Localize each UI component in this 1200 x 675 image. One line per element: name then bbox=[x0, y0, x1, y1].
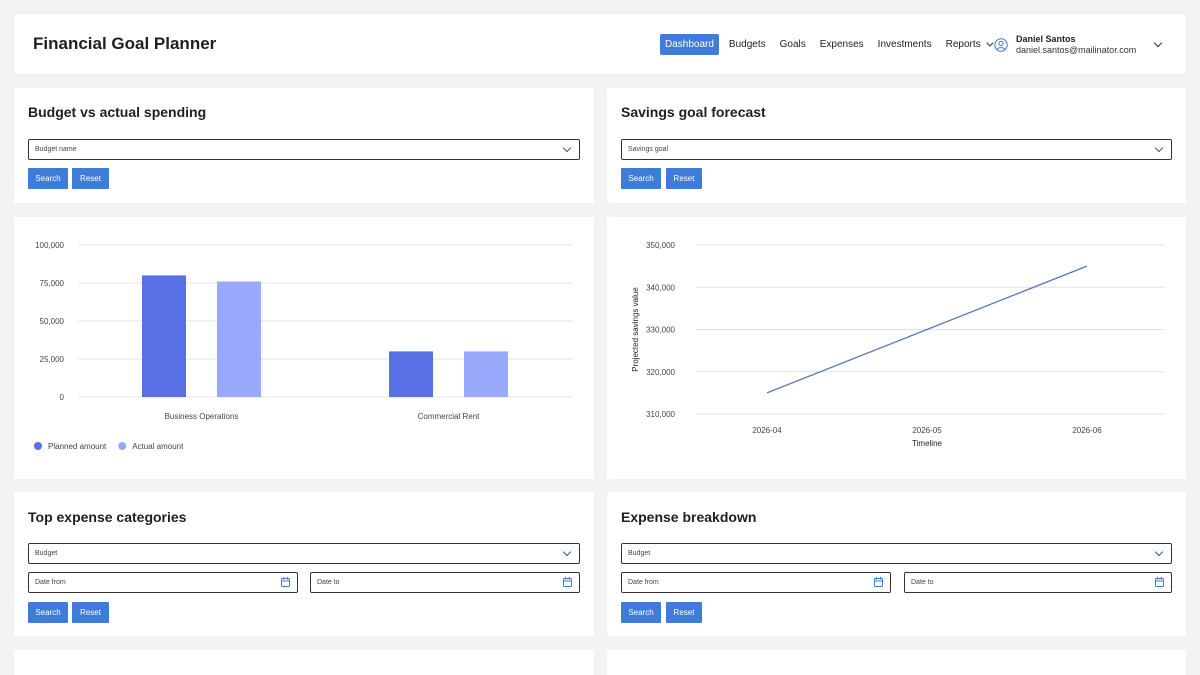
legend-planned-label: Planned amount bbox=[48, 442, 107, 451]
x-tick-label: 2026-06 bbox=[1072, 426, 1102, 435]
y-tick-label: 75,000 bbox=[40, 279, 65, 288]
date-from-placeholder: Date from bbox=[628, 579, 659, 586]
top-expense-date-from[interactable]: Date from bbox=[28, 572, 298, 593]
breakdown-budget-select[interactable]: Budget bbox=[621, 543, 1172, 564]
bar-actual bbox=[217, 281, 261, 397]
x-axis-label: Timeline bbox=[912, 439, 942, 448]
savings-forecast-line-chart: 310,000 320,000 330,000 340,000 350,000 2026-… bbox=[631, 241, 1165, 448]
main-nav: Dashboard Budgets Goals Expenses Investm… bbox=[660, 34, 998, 55]
calendar-icon[interactable] bbox=[874, 577, 883, 587]
user-menu-chevron-icon[interactable] bbox=[1153, 38, 1163, 48]
breakdown-date-from[interactable]: Date from bbox=[621, 572, 891, 593]
calendar-icon[interactable] bbox=[563, 577, 572, 587]
y-tick-label: 0 bbox=[60, 393, 65, 402]
expense-breakdown-panel: Expense breakdown Budget Date from Date … bbox=[607, 492, 1186, 636]
top-expense-date-to[interactable]: Date to bbox=[310, 572, 580, 593]
user-name: Daniel Santos bbox=[1016, 34, 1076, 44]
date-from-placeholder: Date from bbox=[35, 579, 66, 586]
savings-chart-panel: 310,000 320,000 330,000 340,000 350,000 2026-… bbox=[607, 217, 1186, 479]
chevron-down-icon bbox=[562, 143, 572, 153]
bar-planned bbox=[389, 351, 433, 397]
top-expense-title: Top expense categories bbox=[28, 509, 187, 525]
lower-panel-left bbox=[14, 650, 594, 675]
user-menu[interactable]: Daniel Santos daniel.santos@mailinator.c… bbox=[994, 34, 1136, 56]
calendar-icon[interactable] bbox=[1155, 577, 1164, 587]
top-expense-budget-placeholder: Budget bbox=[35, 550, 58, 557]
budget-chart-panel: 0 25,000 50,000 75,000 100,000 Business Opera… bbox=[14, 217, 594, 479]
y-tick-label: 50,000 bbox=[40, 317, 65, 326]
nav-investments[interactable]: Investments bbox=[871, 34, 939, 55]
breakdown-reset-button[interactable]: Reset bbox=[666, 602, 702, 623]
top-expense-reset-button[interactable]: Reset bbox=[72, 602, 109, 623]
chevron-down-icon bbox=[1154, 143, 1164, 153]
y-axis-label: Projected savings value bbox=[631, 287, 640, 372]
y-tick-label: 310,000 bbox=[646, 410, 675, 419]
nav-reports-label: Reports bbox=[945, 39, 981, 50]
savings-goal-select[interactable]: Savings goal bbox=[621, 139, 1172, 160]
top-expense-panel: Top expense categories Budget Date from … bbox=[14, 492, 594, 636]
breakdown-search-button[interactable]: Search bbox=[621, 602, 661, 623]
x-tick-label: Business Operations bbox=[165, 412, 239, 421]
top-header: Financial Goal Planner Dashboard Budgets… bbox=[14, 14, 1186, 74]
legend-planned-swatch bbox=[34, 442, 42, 450]
budget-reset-button[interactable]: Reset bbox=[72, 168, 109, 189]
savings-search-button[interactable]: Search bbox=[621, 168, 661, 189]
legend-actual-swatch bbox=[118, 442, 127, 450]
budget-name-select[interactable]: Budget name bbox=[28, 139, 580, 160]
chevron-down-icon bbox=[985, 39, 994, 47]
lower-panel-right bbox=[607, 650, 1186, 675]
savings-reset-button[interactable]: Reset bbox=[666, 168, 702, 189]
legend-actual-label: Actual amount bbox=[132, 442, 184, 451]
top-expense-budget-select[interactable]: Budget bbox=[28, 543, 580, 564]
breakdown-budget-placeholder: Budget bbox=[628, 550, 651, 557]
chevron-down-icon bbox=[562, 547, 572, 557]
nav-goals[interactable]: Goals bbox=[773, 34, 813, 55]
x-tick-label: 2026-04 bbox=[752, 426, 782, 435]
x-tick-label: Commercial Rent bbox=[418, 412, 481, 421]
bar-actual bbox=[464, 351, 508, 397]
budget-panel-title: Budget vs actual spending bbox=[28, 104, 207, 120]
y-tick-label: 350,000 bbox=[646, 241, 675, 250]
y-tick-label: 330,000 bbox=[646, 326, 675, 335]
savings-panel-title: Savings goal forecast bbox=[621, 104, 766, 120]
breakdown-date-to[interactable]: Date to bbox=[904, 572, 1172, 593]
budget-filter-panel: Budget vs actual spending Budget name Se… bbox=[14, 88, 594, 203]
expense-breakdown-title: Expense breakdown bbox=[621, 509, 757, 525]
budget-name-placeholder: Budget name bbox=[35, 146, 77, 153]
date-to-placeholder: Date to bbox=[911, 579, 934, 586]
app-title: Financial Goal Planner bbox=[33, 34, 217, 53]
nav-expenses[interactable]: Expenses bbox=[813, 34, 871, 55]
y-tick-label: 340,000 bbox=[646, 283, 675, 292]
top-expense-search-button[interactable]: Search bbox=[28, 602, 68, 623]
bar-planned bbox=[142, 275, 186, 397]
user-avatar-icon bbox=[994, 38, 1008, 52]
budget-search-button[interactable]: Search bbox=[28, 168, 68, 189]
user-email: daniel.santos@mailinator.com bbox=[1016, 45, 1137, 55]
budget-vs-actual-bar-chart: 0 25,000 50,000 75,000 100,000 Business Opera… bbox=[34, 241, 572, 451]
chevron-down-icon bbox=[1154, 547, 1164, 557]
y-tick-label: 25,000 bbox=[40, 355, 65, 364]
nav-dashboard[interactable]: Dashboard bbox=[660, 34, 719, 55]
nav-reports[interactable]: Reports bbox=[939, 34, 998, 55]
y-tick-label: 100,000 bbox=[35, 241, 64, 250]
y-tick-label: 320,000 bbox=[646, 368, 675, 377]
nav-budgets[interactable]: Budgets bbox=[722, 34, 773, 55]
date-to-placeholder: Date to bbox=[317, 579, 340, 586]
calendar-icon[interactable] bbox=[281, 577, 290, 587]
savings-goal-placeholder: Savings goal bbox=[628, 146, 669, 153]
x-tick-label: 2026-05 bbox=[912, 426, 942, 435]
savings-filter-panel: Savings goal forecast Savings goal Searc… bbox=[607, 88, 1186, 203]
